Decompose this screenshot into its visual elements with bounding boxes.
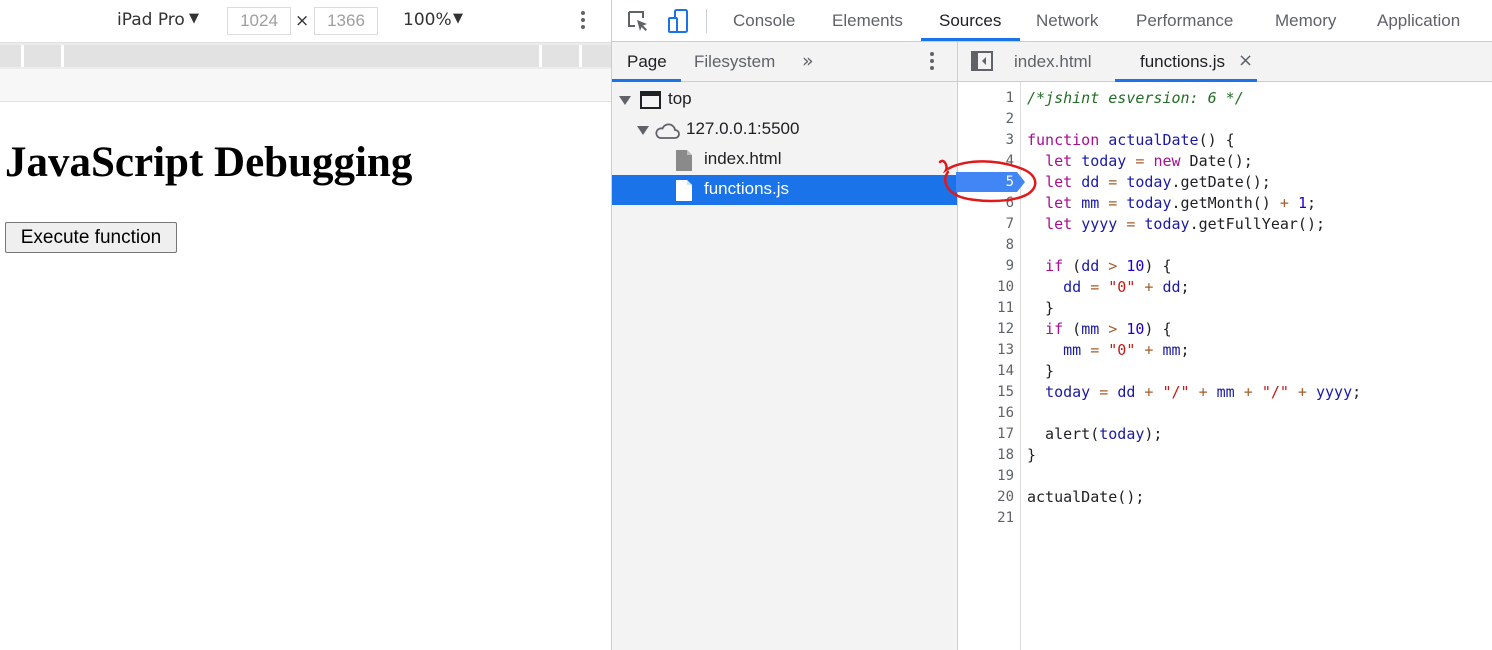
line-number[interactable]: 3 <box>958 130 1014 151</box>
width-input[interactable]: 1024 <box>227 7 291 35</box>
navigator-tabs: Page Filesystem » <box>612 42 957 82</box>
tab-performance[interactable]: Performance <box>1136 0 1233 41</box>
line-number[interactable]: 4 <box>958 151 1014 172</box>
height-input[interactable]: 1366 <box>314 7 378 35</box>
code-line: } <box>1027 299 1055 317</box>
code-line: /*jshint esversion: 6 */ <box>1027 89 1244 107</box>
line-number[interactable]: 6 <box>958 193 1014 214</box>
device-more-options-icon[interactable] <box>575 9 591 33</box>
line-number[interactable]: 13 <box>958 340 1014 361</box>
code-area[interactable]: /*jshint esversion: 6 */ function actualD… <box>1021 82 1492 650</box>
file-icon <box>676 150 692 171</box>
zoom-dropdown-arrow-icon[interactable]: ▼ <box>453 11 463 26</box>
tab-memory[interactable]: Memory <box>1275 0 1336 41</box>
device-ruler <box>0 69 611 102</box>
line-number[interactable]: 7 <box>958 214 1014 235</box>
line-number[interactable]: 12 <box>958 319 1014 340</box>
tab-elements[interactable]: Elements <box>832 0 903 41</box>
zoom-select[interactable]: 100% <box>403 10 452 30</box>
inspect-element-icon[interactable] <box>626 9 650 33</box>
tree-item-origin[interactable]: 127.0.0.1:5500 <box>612 115 957 145</box>
line-number[interactable]: 1 <box>958 88 1014 109</box>
tree-item-file[interactable]: index.html <box>612 145 957 175</box>
tree-item-label: index.html <box>704 149 782 168</box>
line-number[interactable]: 9 <box>958 256 1014 277</box>
tab-filesystem[interactable]: Filesystem <box>694 42 775 81</box>
line-number[interactable]: 5 <box>958 172 1014 193</box>
editor-tabs: index.html functions.js × <box>958 42 1492 82</box>
line-number[interactable]: 17 <box>958 424 1014 445</box>
device-toolbar-toggle-icon[interactable] <box>667 8 691 34</box>
code-line: } <box>1027 362 1055 380</box>
tab-application[interactable]: Application <box>1377 0 1460 41</box>
device-select[interactable]: iPad Pro <box>117 10 185 30</box>
frame-icon <box>640 91 661 109</box>
tab-console[interactable]: Console <box>733 0 795 41</box>
close-icon[interactable]: × <box>1238 50 1253 72</box>
tree-item-label: 127.0.0.1:5500 <box>686 119 800 138</box>
code-line: dd = "0" + dd; <box>1063 278 1190 296</box>
tab-network[interactable]: Network <box>1036 0 1098 41</box>
file-navigator: Page Filesystem » top 127.0.0.1:5500 ind… <box>612 42 958 650</box>
code-line: alert(today); <box>1027 425 1163 443</box>
editor-tab-index-html[interactable]: index.html <box>1014 42 1091 81</box>
line-number[interactable]: 18 <box>958 445 1014 466</box>
code-line: let dd = today.getDate(); <box>1045 173 1271 191</box>
tab-sources[interactable]: Sources <box>939 0 1001 41</box>
tab-page[interactable]: Page <box>627 42 667 81</box>
editor-tab-functions-js[interactable]: functions.js <box>1140 42 1225 81</box>
tree-item-label: functions.js <box>704 179 790 198</box>
code-line: } <box>1027 446 1037 464</box>
code-line: today = dd + "/" + mm + "/" + yyyy; <box>1045 383 1362 401</box>
device-toolbar: iPad Pro ▼ 1024 × 1366 100% ▼ <box>0 0 611 43</box>
line-number[interactable]: 19 <box>958 466 1014 487</box>
device-viewport: iPad Pro ▼ 1024 × 1366 100% ▼ JavaScript… <box>0 0 611 650</box>
more-tabs-icon[interactable]: » <box>802 50 814 72</box>
line-number[interactable]: 14 <box>958 361 1014 382</box>
file-icon <box>676 180 692 201</box>
line-number[interactable]: 11 <box>958 298 1014 319</box>
code-line: let yyyy = today.getFullYear(); <box>1045 215 1326 233</box>
tree-item-top[interactable]: top <box>612 85 957 115</box>
code-line: function actualDate() { <box>1027 131 1235 149</box>
line-number[interactable]: 21 <box>958 508 1014 529</box>
source-editor: index.html functions.js × 1 2 3 4 5 6 7 8 9 10 11 1… <box>956 42 1492 650</box>
page-heading: JavaScript Debugging <box>5 139 413 186</box>
device-dropdown-arrow-icon[interactable]: ▼ <box>189 11 199 26</box>
devtools-tab-bar: Console Elements Sources Network Perform… <box>612 0 1492 42</box>
code-line: mm = "0" + mm; <box>1063 341 1190 359</box>
navigator-menu-icon[interactable] <box>924 50 940 74</box>
navigator-active-indicator <box>612 79 681 82</box>
cloud-icon <box>655 123 680 139</box>
line-number-gutter[interactable]: 1 2 3 4 5 6 7 8 9 10 11 12 13 14 15 16 17 18 19 20 21 <box>956 82 1025 650</box>
line-number[interactable]: 10 <box>958 277 1014 298</box>
dimension-separator: × <box>295 11 310 31</box>
line-number[interactable]: 20 <box>958 487 1014 508</box>
code-line: actualDate(); <box>1027 488 1145 506</box>
active-tab-indicator <box>921 38 1020 41</box>
code-line: let today = new Date(); <box>1045 152 1253 170</box>
devtools-panel: Console Elements Sources Network Perform… <box>612 0 1492 650</box>
line-number[interactable]: 16 <box>958 403 1014 424</box>
line-number[interactable]: 15 <box>958 382 1014 403</box>
line-number[interactable]: 2 <box>958 109 1014 130</box>
media-query-bar[interactable] <box>0 43 611 69</box>
tree-item-file-selected[interactable]: functions.js <box>612 175 957 205</box>
code-line: let mm = today.getMonth() + 1; <box>1045 194 1316 212</box>
code-line: if (dd > 10) { <box>1045 257 1172 275</box>
code-line: if (mm > 10) { <box>1045 320 1172 338</box>
expand-arrow-icon[interactable] <box>637 126 649 135</box>
toggle-navigator-icon[interactable] <box>971 51 993 71</box>
execute-function-button[interactable]: Execute function <box>5 222 177 253</box>
line-number[interactable]: 8 <box>958 235 1014 256</box>
expand-arrow-icon[interactable] <box>619 96 631 105</box>
tree-item-label: top <box>668 89 692 108</box>
